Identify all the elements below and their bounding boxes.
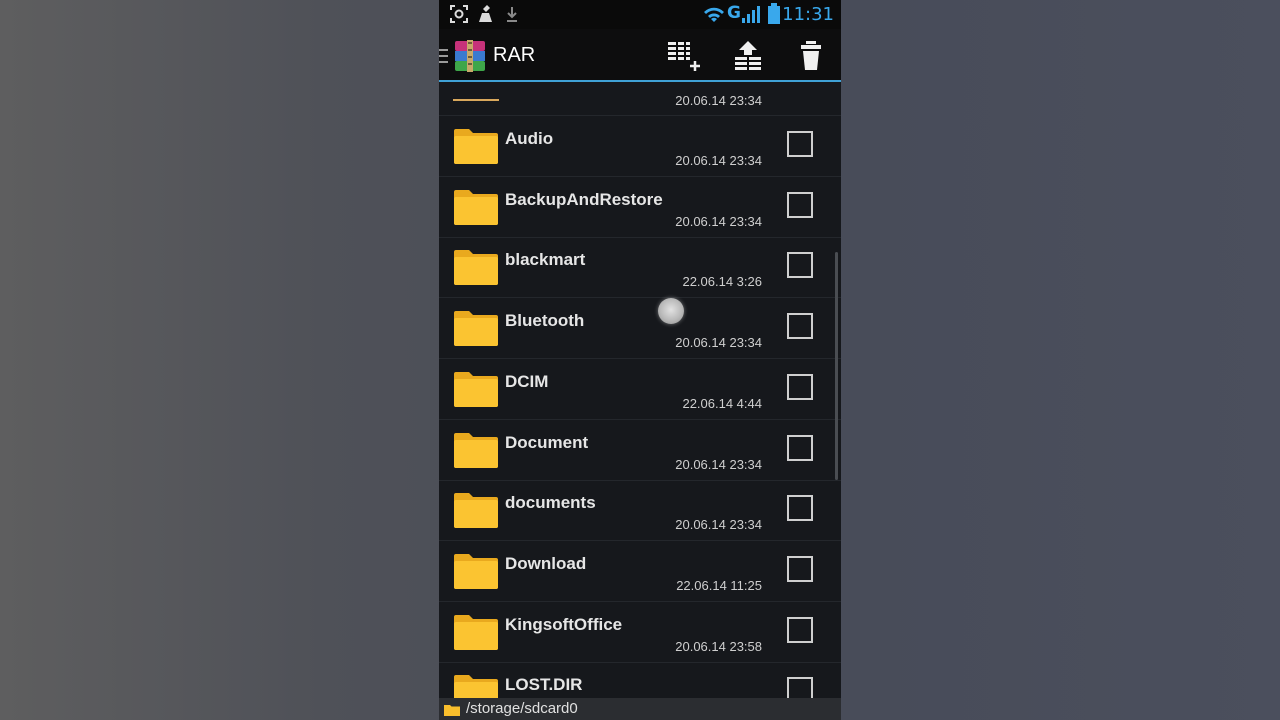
select-checkbox[interactable] [787, 434, 813, 461]
folder-icon [454, 553, 498, 589]
download-icon [507, 7, 517, 22]
file-date: 22.06.14 11:25 [676, 577, 762, 593]
select-checkbox[interactable] [787, 131, 813, 157]
screenshot-icon [450, 5, 468, 23]
select-checkbox[interactable] [787, 495, 813, 522]
file-date: 20.06.14 23:34 [675, 213, 762, 229]
clock: 11:31 [782, 4, 834, 25]
add-to-archive-icon[interactable] [665, 39, 705, 75]
list-item[interactable]: Audio 20.06.14 23:34 [439, 116, 841, 177]
cleaner-icon [479, 5, 492, 22]
delete-icon[interactable] [791, 39, 831, 75]
list-item[interactable]: LOST.DIR [439, 662, 841, 698]
folder-icon [454, 493, 498, 529]
path-bar: /storage/sdcard0 [439, 698, 841, 720]
extract-up-icon[interactable] [728, 39, 768, 75]
rar-logo-icon[interactable] [453, 39, 487, 73]
file-date: 20.06.14 23:34 [675, 335, 762, 351]
signal-icon [742, 6, 760, 23]
file-date: 20.06.14 23:34 [675, 153, 762, 168]
action-bar: RAR [439, 29, 841, 80]
file-list[interactable]: 20.06.14 23:34 Audio 20.06.14 23:34 Backup… [439, 82, 841, 698]
status-bar: G 11:31 [439, 0, 841, 29]
list-item[interactable]: blackmart 22.06.14 3:26 [439, 237, 841, 299]
list-item[interactable]: Document 20.06.14 23:34 [439, 420, 841, 481]
folder-icon [454, 250, 498, 286]
select-checkbox[interactable] [787, 677, 813, 698]
select-checkbox[interactable] [787, 616, 813, 643]
folder-icon [454, 129, 498, 164]
scrollbar[interactable] [835, 252, 838, 480]
file-date: 20.06.14 23:34 [675, 93, 762, 108]
list-item[interactable]: Bluetooth 20.06.14 23:34 [439, 298, 841, 360]
file-name: Download [505, 553, 587, 573]
select-checkbox[interactable] [787, 555, 813, 582]
battery-icon [768, 3, 780, 24]
select-checkbox[interactable] [787, 313, 813, 340]
folder-icon [454, 614, 498, 650]
file-name: LOST.DIR [505, 675, 583, 695]
list-item[interactable]: DCIM 22.06.14 4:44 [439, 359, 841, 420]
folder-icon [454, 311, 498, 347]
list-item[interactable]: documents 20.06.14 23:34 [439, 480, 841, 542]
file-date: 20.06.14 23:34 [675, 517, 762, 533]
folder-icon [454, 432, 498, 468]
menu-indicator-icon[interactable] [439, 48, 449, 64]
file-name: Bluetooth [505, 311, 585, 331]
app-title: RAR [493, 44, 536, 66]
file-name: KingsoftOffice [505, 614, 623, 634]
file-name: blackmart [505, 250, 586, 270]
folder-icon [444, 705, 460, 716]
network-type-label: G [727, 3, 741, 23]
file-name: Audio [505, 129, 554, 148]
list-item[interactable]: BackupAndRestore 20.06.14 23:34 [439, 177, 841, 238]
file-date: 22.06.14 4:44 [682, 395, 762, 411]
file-name: DCIM [505, 371, 549, 391]
file-name: documents [505, 493, 596, 513]
file-date: 22.06.14 3:26 [682, 274, 762, 290]
file-date: 20.06.14 23:58 [675, 638, 762, 654]
folder-icon [454, 675, 498, 698]
folder-icon [454, 189, 498, 225]
wifi-icon [704, 7, 724, 22]
file-date: 20.06.14 23:34 [675, 456, 762, 472]
phone-screen: G 11:31 RAR 20.06.14 23:34 Audio 20.06.1… [439, 0, 841, 720]
list-item-partial[interactable]: 20.06.14 23:34 [439, 82, 841, 116]
select-checkbox[interactable] [787, 191, 813, 218]
file-name: BackupAndRestore [505, 189, 663, 209]
select-checkbox[interactable] [787, 252, 813, 279]
list-item[interactable]: KingsoftOffice 20.06.14 23:58 [439, 602, 841, 663]
current-path: /storage/sdcard0 [466, 700, 578, 717]
select-checkbox[interactable] [787, 373, 813, 400]
file-name: Document [505, 432, 589, 452]
touch-indicator [658, 298, 684, 324]
folder-icon-partial [453, 99, 499, 101]
list-item[interactable]: Download 22.06.14 11:25 [439, 541, 841, 602]
folder-icon [454, 371, 498, 407]
